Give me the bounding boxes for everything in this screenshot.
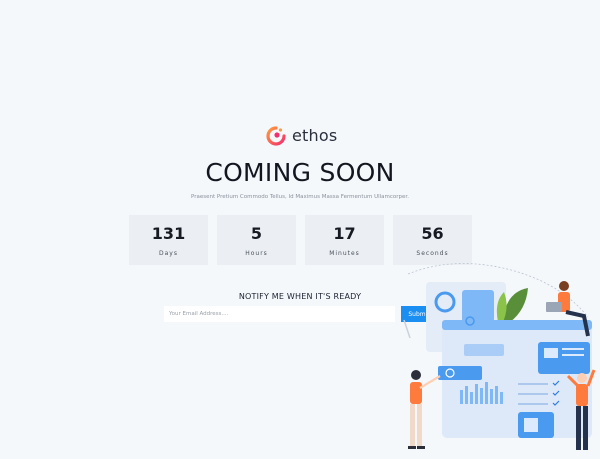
- countdown-value: 131: [151, 224, 186, 243]
- countdown: 131 Days 5 Hours 17 Minutes 56 Seconds: [129, 215, 472, 265]
- countdown-label: Days: [159, 250, 178, 257]
- countdown-minutes: 17 Minutes: [305, 215, 384, 265]
- dashboard-people-illustration: [398, 262, 600, 459]
- subscribe-form: Submit: [164, 306, 437, 322]
- countdown-value: 5: [250, 224, 263, 243]
- countdown-hours: 5 Hours: [217, 215, 296, 265]
- countdown-label: Hours: [245, 250, 268, 257]
- countdown-value: 17: [333, 224, 356, 243]
- page-title: COMING SOON: [205, 158, 395, 187]
- countdown-label: Seconds: [416, 250, 449, 257]
- page-subtitle: Praesent Pretium Commodo Tellus, Id Maxi…: [191, 194, 409, 200]
- countdown-value: 56: [421, 224, 444, 243]
- ethos-logo-icon: [266, 126, 286, 146]
- brand-name: ethos: [292, 126, 338, 145]
- countdown-label: Minutes: [329, 250, 360, 257]
- countdown-seconds: 56 Seconds: [393, 215, 472, 265]
- countdown-days: 131 Days: [129, 215, 208, 265]
- email-input[interactable]: [164, 306, 395, 322]
- brand-logo[interactable]: ethos: [266, 126, 337, 146]
